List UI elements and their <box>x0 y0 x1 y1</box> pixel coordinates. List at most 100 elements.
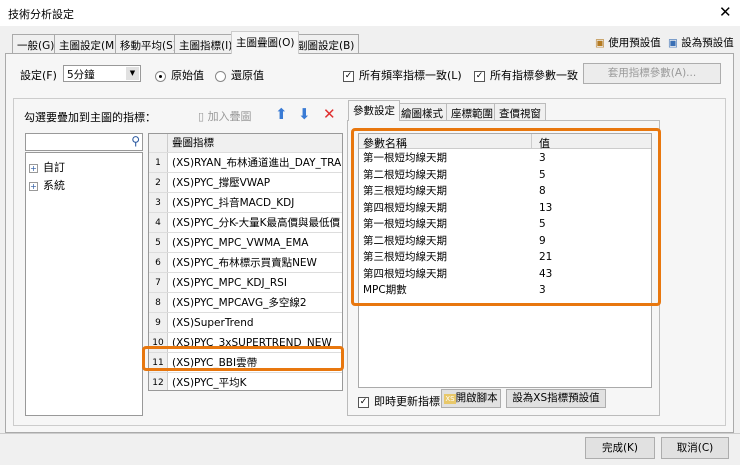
param-row[interactable]: 第一根短均線天期 5 <box>363 216 648 233</box>
move-up-icon[interactable]: ⬆ <box>275 105 288 123</box>
all-freq-checkbox[interactable]: ✓ 所有頻率指標一致(L) <box>343 67 462 83</box>
window-title: 技術分析設定 <box>8 8 74 21</box>
radio-restore-label: 還原值 <box>231 69 264 82</box>
tree-item-system[interactable]: + 系統 <box>29 177 65 193</box>
param-value[interactable]: 21 <box>539 249 552 266</box>
divider <box>0 433 740 434</box>
table-row[interactable]: 6 (XS)PYC_布林標示買賣點NEW <box>149 253 342 273</box>
param-row[interactable]: 第四根短均線天期 43 <box>363 266 648 283</box>
param-header: 參數名稱 值 <box>359 134 651 150</box>
right-tab-0[interactable]: 參數設定 <box>348 100 400 121</box>
add-overlay-icon: ▯ <box>198 110 205 123</box>
indicator-name: (XS)PYC_BBI雲帶 <box>172 357 258 369</box>
table-row[interactable]: 1 (XS)RYAN_布林通道進出_DAY_TRADE <box>149 153 342 173</box>
search-icon: ⚲ <box>131 134 140 148</box>
ok-button[interactable]: 完成(K) <box>585 437 655 459</box>
period-select[interactable]: 5分鐘 ▼ <box>63 65 141 82</box>
cancel-button[interactable]: 取消(C) <box>661 437 729 459</box>
indicator-name: (XS)PYC_布林標示買賣點NEW <box>172 257 317 269</box>
use-default-button[interactable]: ▣ 使用預設值 <box>595 35 661 50</box>
param-row[interactable]: 第三根短均線天期 8 <box>363 183 648 200</box>
all-params-label: 所有指標參數一致 <box>490 69 578 82</box>
tab-2[interactable]: 移動平均(S) <box>115 34 182 53</box>
search-input[interactable]: ⚲ <box>25 133 143 151</box>
param-value[interactable]: 5 <box>539 167 546 184</box>
set-default-button[interactable]: ▣ 設為預設值 <box>668 35 734 50</box>
param-value[interactable]: 3 <box>539 150 546 167</box>
radio-original-label: 原始值 <box>171 69 204 82</box>
param-value[interactable]: 43 <box>539 266 552 283</box>
realtime-label: 即時更新指標 <box>374 395 440 408</box>
tab-4[interactable]: 主圖疊圖(O) <box>231 31 300 54</box>
param-value[interactable]: 5 <box>539 216 546 233</box>
table-row[interactable]: 4 (XS)PYC_分K-大量K最高價與最低價 <box>149 213 342 233</box>
table-row[interactable]: 5 (XS)PYC_MPC_VWMA_EMA <box>149 233 342 253</box>
tree-item-custom[interactable]: + 自訂 <box>29 159 65 175</box>
table-header: 疊圖指標 <box>149 134 342 153</box>
row-number: 6 <box>149 253 168 272</box>
open-script-button[interactable]: XS開啟腳本 <box>441 389 501 408</box>
left-label: 勾選要疊加到主圖的指標： <box>24 111 156 124</box>
param-value[interactable]: 3 <box>539 282 546 299</box>
add-overlay-button[interactable]: ▯ 加入疊圖 <box>198 108 252 124</box>
row-number: 4 <box>149 213 168 232</box>
param-row[interactable]: 第二根短均線天期 9 <box>363 233 648 250</box>
xs-icon: XS <box>444 394 456 404</box>
table-row[interactable]: 11 (XS)PYC_BBI雲帶 <box>149 353 342 373</box>
param-value[interactable]: 9 <box>539 233 546 250</box>
radio-restore[interactable]: 還原值 <box>215 67 264 83</box>
realtime-checkbox[interactable]: ✓ 即時更新指標 <box>358 393 440 409</box>
param-name: 第四根短均線天期 <box>363 267 447 280</box>
param-panel: 參數名稱 值 第一根短均線天期 3 第二根短均線天期 5 第三根短均線天期 8 第四根短均線… <box>347 120 660 416</box>
right-tab-2[interactable]: 座標範圍 <box>446 103 498 121</box>
param-row[interactable]: 第三根短均線天期 21 <box>363 249 648 266</box>
param-value[interactable]: 13 <box>539 200 552 217</box>
row-number: 10 <box>149 333 168 352</box>
indicator-tree: + 自訂 + 系統 <box>25 152 143 416</box>
tab-5[interactable]: 副圖設定(B) <box>292 34 360 53</box>
tab-0[interactable]: 一般(G) <box>12 34 60 53</box>
indicator-name: (XS)PYC_3xSUPERTREND_NEW <box>172 337 332 349</box>
table-row[interactable]: 7 (XS)PYC_MPC_KDJ_RSI <box>149 273 342 293</box>
settings-label: 設定(F) <box>20 69 57 82</box>
delete-icon[interactable]: ✕ <box>323 105 336 123</box>
apply-params-button[interactable]: 套用指標參數(A)... <box>583 63 721 84</box>
all-params-checkbox[interactable]: ✓ 所有指標參數一致 <box>474 67 578 83</box>
indicator-name: (XS)PYC_MPCAVG_多空線2 <box>172 297 307 309</box>
row-number: 5 <box>149 233 168 252</box>
param-row[interactable]: MPC期數 3 <box>363 282 648 299</box>
set-default-label: 設為預設值 <box>681 37 734 49</box>
table-row[interactable]: 9 (XS)SuperTrend <box>149 313 342 333</box>
tab-3[interactable]: 主圖指標(I) <box>174 34 238 53</box>
radio-original[interactable]: 原始值 <box>155 67 204 83</box>
table-row[interactable]: 12 (XS)PYC_平均K <box>149 373 342 390</box>
param-name: 第一根短均線天期 <box>363 218 447 230</box>
close-icon[interactable]: ✕ <box>719 3 732 21</box>
param-row[interactable]: 第二根短均線天期 5 <box>363 167 648 184</box>
row-number: 8 <box>149 293 168 312</box>
table-row[interactable]: 8 (XS)PYC_MPCAVG_多空線2 <box>149 293 342 313</box>
right-tab-3[interactable]: 查價視窗 <box>494 103 546 121</box>
table-row[interactable]: 3 (XS)PYC_抖音MACD_KDJ <box>149 193 342 213</box>
set-xs-default-button[interactable]: 設為XS指標預設值 <box>506 389 606 408</box>
table-row[interactable]: 10 (XS)PYC_3xSUPERTREND_NEW <box>149 333 342 353</box>
table-row[interactable]: 2 (XS)PYC_撐壓VWAP <box>149 173 342 193</box>
expand-icon[interactable]: + <box>29 164 38 173</box>
param-list: 參數名稱 值 第一根短均線天期 3 第二根短均線天期 5 第三根短均線天期 8 第四根短均線… <box>358 133 652 388</box>
tab-1[interactable]: 主圖設定(M) <box>54 34 124 53</box>
row-number: 7 <box>149 273 168 292</box>
add-overlay-label: 加入疊圖 <box>207 110 252 123</box>
indicator-name: (XS)PYC_平均K <box>172 377 247 389</box>
right-tab-1[interactable]: 繪圖樣式 <box>396 103 448 121</box>
row-number: 1 <box>149 153 168 172</box>
use-default-label: 使用預設值 <box>608 37 661 49</box>
expand-icon[interactable]: + <box>29 182 38 191</box>
param-value[interactable]: 8 <box>539 183 546 200</box>
move-down-icon[interactable]: ⬇ <box>298 105 311 123</box>
param-name: 第三根短均線天期 <box>363 251 447 263</box>
header-label: 疊圖指標 <box>172 137 214 149</box>
open-script-label: 開啟腳本 <box>455 392 498 404</box>
param-row[interactable]: 第一根短均線天期 3 <box>363 150 648 167</box>
row-number: 11 <box>149 353 168 372</box>
param-row[interactable]: 第四根短均線天期 13 <box>363 200 648 217</box>
